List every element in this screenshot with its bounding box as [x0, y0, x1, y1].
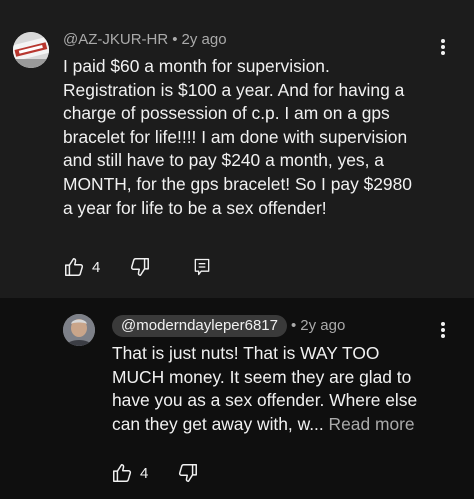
reply-timestamp[interactable]: 2y ago: [300, 317, 345, 334]
meta-separator: •: [291, 317, 297, 334]
like-count: 4: [92, 258, 101, 276]
like-count: 4: [140, 464, 149, 482]
reply-button[interactable]: [190, 255, 214, 279]
dislike-button[interactable]: [128, 255, 152, 279]
dislike-button[interactable]: [176, 461, 200, 485]
reply-author-handle[interactable]: @moderndayleper6817: [112, 315, 287, 337]
thumbs-down-icon: [130, 258, 149, 276]
comment-reply-icon: [194, 258, 210, 276]
comment-author-handle[interactable]: @AZ-JKUR-HR: [63, 31, 168, 48]
comment-actions: 4: [62, 255, 214, 279]
reply-avatar[interactable]: [63, 314, 95, 346]
like-button[interactable]: [62, 255, 86, 279]
reply-menu-button[interactable]: [433, 318, 453, 342]
reply-body: That is just nuts! That is WAY TOO MUCH …: [112, 342, 442, 436]
comment-timestamp[interactable]: 2y ago: [182, 31, 227, 48]
more-vertical-icon: [441, 322, 445, 338]
comment-body: I paid $60 a month for supervision. Regi…: [63, 56, 412, 218]
thumbs-up-icon: [65, 258, 84, 276]
read-more-link[interactable]: Read more: [329, 414, 415, 434]
thumbs-down-icon: [178, 464, 197, 482]
comments-page: @AZ-JKUR-HR • 2y ago I paid $60 a month fo…: [0, 0, 474, 499]
avatar-image: [13, 32, 49, 68]
meta-separator: •: [172, 31, 178, 48]
thumbs-up-icon: [113, 464, 132, 482]
reply-meta: @moderndayleper6817 • 2y ago: [112, 315, 345, 337]
comment-thread-main: @AZ-JKUR-HR • 2y ago I paid $60 a month fo…: [0, 0, 474, 298]
avatar[interactable]: [13, 32, 49, 68]
reply-actions: 4: [110, 461, 200, 485]
comment-meta: @AZ-JKUR-HR • 2y ago: [63, 31, 227, 48]
avatar-image: [63, 314, 95, 346]
like-button[interactable]: [110, 461, 134, 485]
